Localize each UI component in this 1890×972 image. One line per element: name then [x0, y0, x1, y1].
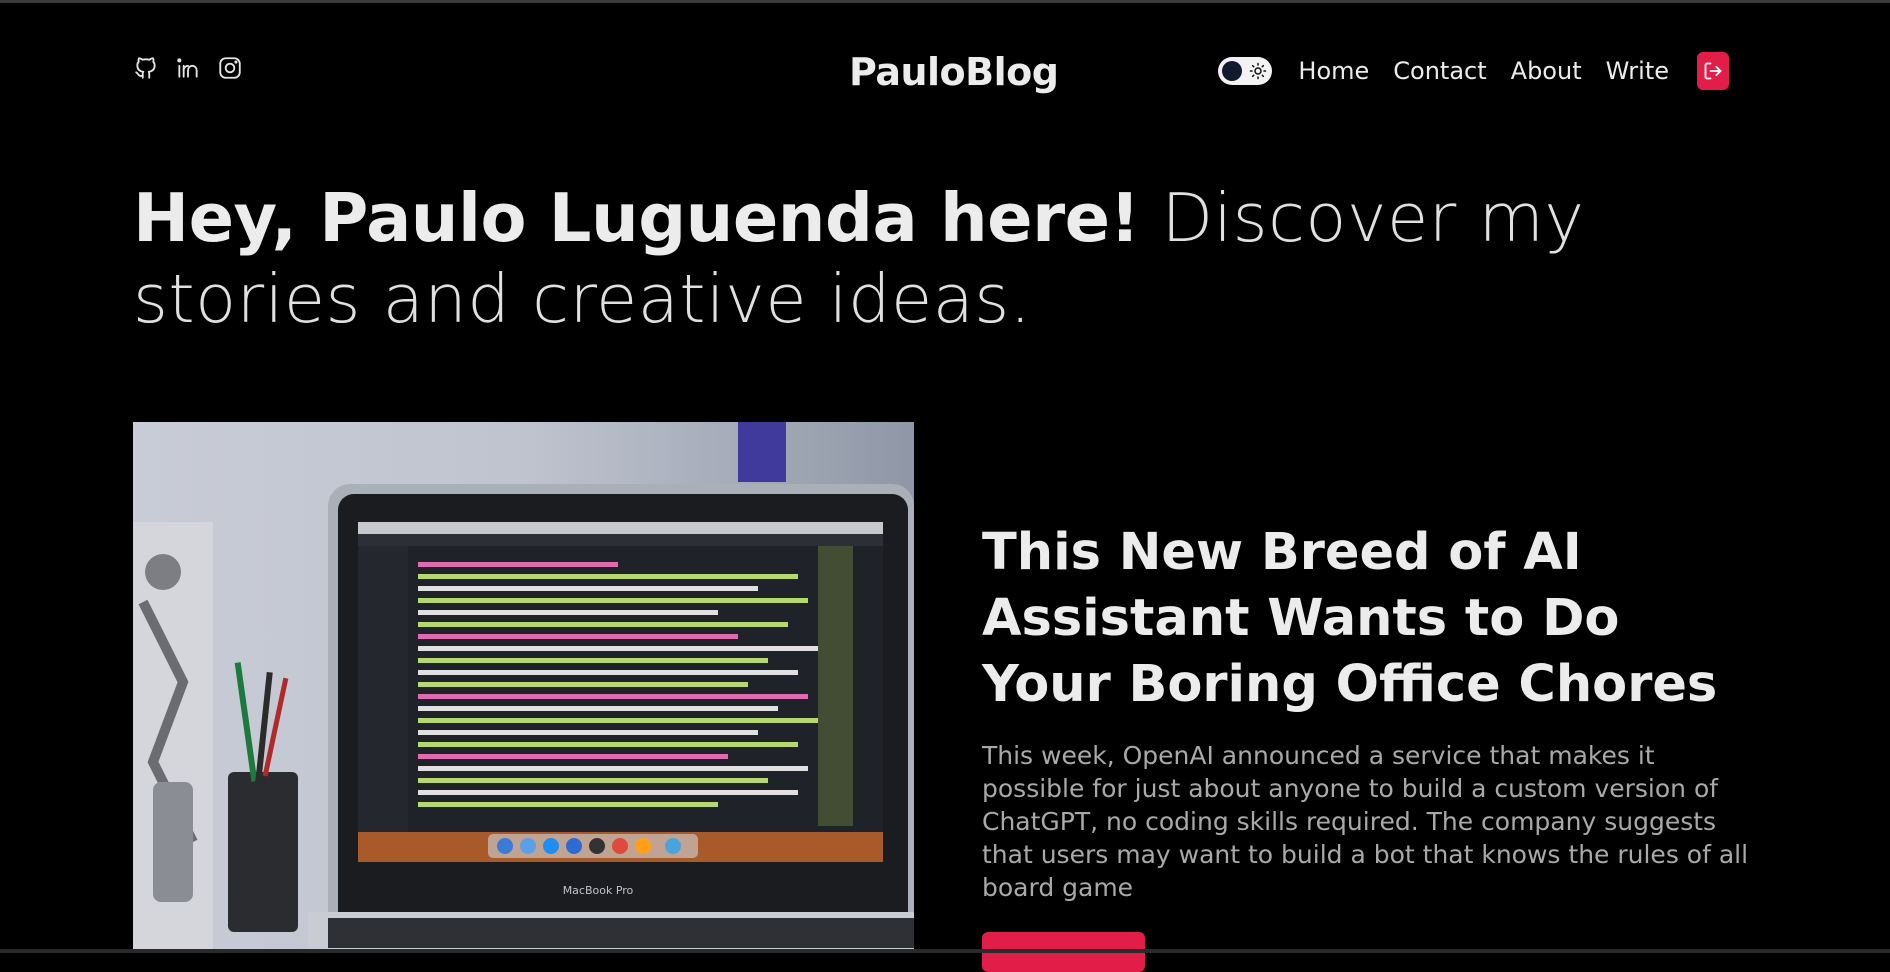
- toggle-knob: [1222, 61, 1243, 81]
- hero-heading: Hey, Paulo Luguenda here! Discover my st…: [133, 178, 1753, 340]
- featured-post-image[interactable]: MacBook Pro: [133, 422, 914, 953]
- window-bottom-border: [0, 949, 1890, 953]
- site-logo[interactable]: PauloBlog: [849, 50, 1059, 94]
- nav-write[interactable]: Write: [1606, 57, 1669, 85]
- site-header: PauloBlog Home Contact About Write: [133, 50, 1729, 94]
- hero-heading-bold: Hey, Paulo Luguenda here!: [133, 179, 1140, 257]
- main-nav: Home Contact About Write: [1218, 52, 1729, 90]
- linkedin-icon[interactable]: [175, 55, 201, 81]
- featured-post-title[interactable]: This New Breed of AI Assistant Wants to …: [982, 520, 1742, 718]
- logout-button[interactable]: [1697, 52, 1729, 90]
- laptop-caption: MacBook Pro: [563, 884, 634, 897]
- nav-about[interactable]: About: [1511, 57, 1582, 85]
- featured-post-description: This week, OpenAI announced a service th…: [982, 741, 1749, 902]
- logout-icon: [1704, 62, 1722, 80]
- instagram-icon[interactable]: [217, 55, 243, 81]
- sun-icon: [1250, 62, 1267, 80]
- theme-toggle[interactable]: [1218, 57, 1273, 85]
- window-top-border: [0, 0, 1890, 3]
- github-icon[interactable]: [133, 55, 159, 81]
- nav-home[interactable]: Home: [1298, 57, 1369, 85]
- nav-contact[interactable]: Contact: [1393, 57, 1486, 85]
- social-links: [133, 55, 243, 81]
